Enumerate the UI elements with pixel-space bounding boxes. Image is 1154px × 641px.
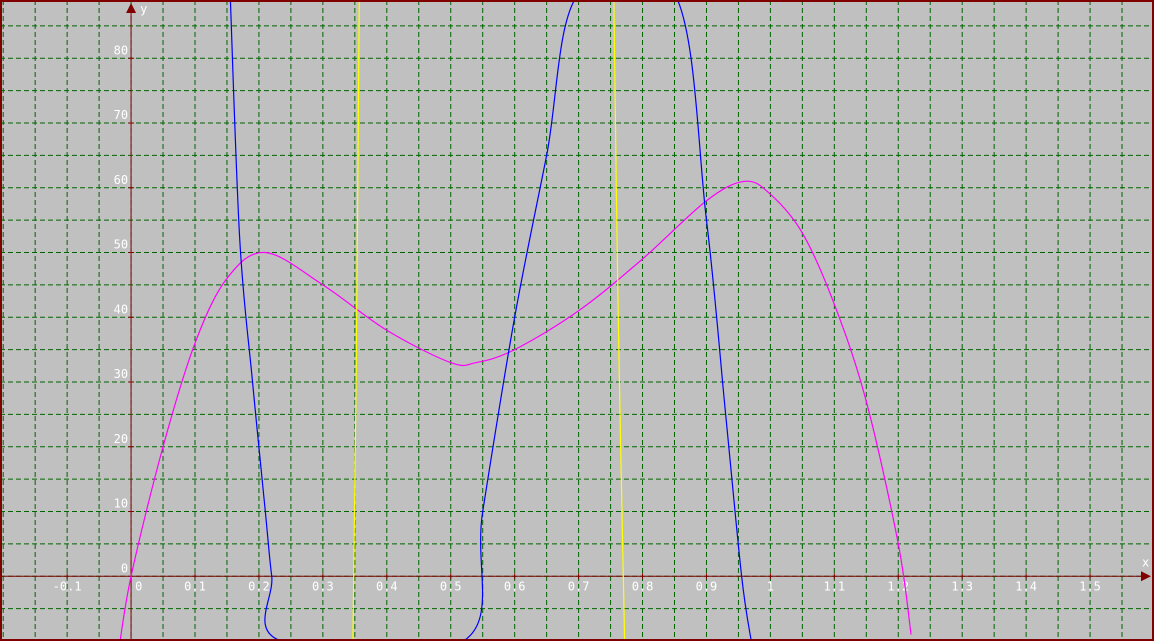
x-tick-label: 0.9: [696, 579, 718, 593]
y-tick-label: 80: [114, 43, 128, 57]
x-axis-label: x: [1142, 555, 1149, 569]
y-tick-label: 50: [114, 238, 128, 252]
y-tick-label: 60: [114, 173, 128, 187]
x-tick-label: 0.7: [568, 579, 590, 593]
y-tick-label: 40: [114, 302, 128, 316]
y-tick-label: 30: [114, 367, 128, 381]
plot-background: [0, 0, 1154, 641]
x-tick-label: 0.3: [312, 579, 334, 593]
x-tick-label: 1.1: [823, 579, 845, 593]
x-tick-label: 1.4: [1015, 579, 1037, 593]
plot-area: -0.1 0 0.1 0.2 0.3 0.4 0.5 0.6 0.7 0.8 0.9 1 1.1 1.2 1…: [0, 0, 1154, 641]
x-tick-label: 0.4: [376, 579, 398, 593]
y-axis-label: y: [140, 2, 147, 16]
x-tick-label: 0.8: [632, 579, 654, 593]
y-tick-label: 20: [114, 432, 128, 446]
x-tick-label: 0.1: [184, 579, 206, 593]
x-tick-label: 1.5: [1079, 579, 1101, 593]
x-tick-label: -0.1: [53, 579, 82, 593]
y-tick-label: 0: [121, 561, 128, 575]
y-tick-label: 70: [114, 108, 128, 122]
x-tick-label: 0.2: [248, 579, 270, 593]
x-tick-label: 1: [767, 579, 774, 593]
y-tick-label: 10: [114, 497, 128, 511]
x-tick-label: 0.6: [504, 579, 526, 593]
x-tick-label: 1.3: [951, 579, 973, 593]
x-tick-label: 0.5: [440, 579, 462, 593]
x-tick-label: 0: [135, 579, 142, 593]
function-plot: -0.1 0 0.1 0.2 0.3 0.4 0.5 0.6 0.7 0.8 0.9 1 1.1 1.2 1…: [0, 0, 1154, 641]
